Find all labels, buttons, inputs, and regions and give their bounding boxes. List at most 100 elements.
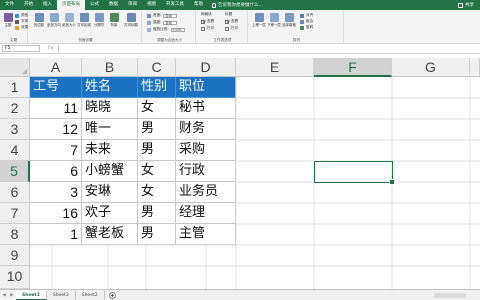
effects-label: 效果 (21, 25, 29, 29)
column-header-d[interactable]: D (176, 58, 236, 77)
print-area-button[interactable]: 打印区域 (77, 13, 91, 27)
column-header-e[interactable]: E (236, 58, 314, 77)
group-scale-to-fit: 宽度: 自动 高度: 自动 缩放比例: 100% 调整为合适大小 (144, 11, 196, 43)
margins-icon (34, 13, 44, 22)
tell-me-text: 告诉我你想要做什么... (218, 3, 263, 8)
themes-button[interactable]: 主题 (1, 13, 15, 27)
add-sheet-icon[interactable] (108, 291, 116, 299)
group-sheet-options: 网格线 标题 查看 查看 打印 打印 工作表选项 (198, 11, 248, 43)
scale-icon (147, 27, 151, 32)
row-header-5[interactable]: 5 (0, 161, 30, 182)
view-gridlines-checkbox[interactable] (201, 19, 205, 24)
tab-developer[interactable]: 开发工具 (161, 0, 189, 10)
formula-input[interactable] (59, 45, 480, 53)
height-row: 高度: 自动 (147, 20, 178, 25)
orientation-button[interactable]: 纸张方向 (47, 13, 61, 27)
sheet-nav-next-icon[interactable]: ▶ (8, 293, 16, 298)
width-select[interactable]: 自动 (163, 13, 178, 18)
tab-formulas[interactable]: 公式 (85, 0, 104, 10)
print-headings-label: 打印 (231, 26, 239, 30)
effects-button[interactable]: 效果 (15, 25, 28, 30)
tell-me-search[interactable]: 告诉我你想要做什么... (212, 2, 263, 8)
size-button[interactable]: 纸张大小 (62, 13, 76, 27)
bring-forward-button[interactable]: 上移一层 (252, 13, 266, 27)
scale-input[interactable]: 100% (170, 27, 185, 32)
headings-label: 标题 (225, 12, 233, 16)
tab-view[interactable]: 视图 (142, 0, 161, 10)
sheet-tab-sheet2[interactable]: Sheet2 (76, 290, 105, 300)
fx-button[interactable]: fx (48, 46, 54, 51)
group-label-page-setup: 页面设置 (78, 38, 93, 42)
tab-home[interactable]: 开始 (19, 0, 38, 10)
send-backward-button[interactable]: 下移一层 (267, 13, 281, 27)
selection-pane-button[interactable]: 选择窗格 (282, 13, 296, 27)
view-headings-checkbox[interactable] (225, 19, 229, 24)
group-label-arrange: 排列 (292, 38, 301, 42)
print-headings-row[interactable]: 打印 (225, 26, 238, 31)
column-header-g[interactable]: G (392, 58, 470, 77)
row-header-4[interactable]: 4 (0, 140, 30, 161)
row-header-7[interactable]: 7 (0, 203, 30, 224)
print-gridlines-row[interactable]: 打印 (201, 26, 214, 31)
group-button[interactable]: 组合 (300, 19, 313, 24)
print-gridlines-checkbox[interactable] (201, 26, 205, 31)
paper-size-icon (64, 13, 74, 22)
group-icon (300, 19, 304, 24)
row-header-10[interactable]: 10 (0, 266, 30, 289)
column-header-overflow[interactable] (470, 58, 480, 77)
tab-file[interactable]: 文件 (0, 0, 19, 10)
row-header-8[interactable]: 8 (0, 224, 30, 245)
view-headings-row[interactable]: 查看 (225, 19, 238, 24)
print-headings-checkbox[interactable] (225, 26, 229, 31)
column-header-f[interactable]: F (314, 58, 392, 77)
breaks-label: 分隔符 (93, 23, 105, 27)
fonts-button[interactable]: 字体 (15, 19, 28, 24)
share-icon (458, 2, 463, 8)
colors-button[interactable]: 颜色 (15, 13, 28, 18)
group-label-themes: 主题 (9, 38, 18, 42)
width-label: 宽度: (153, 13, 162, 17)
sheet-tab-sheet1[interactable]: Sheet1 (16, 290, 47, 300)
row-header-2[interactable]: 2 (0, 98, 30, 119)
tab-review[interactable]: 审阅 (123, 0, 142, 10)
send-backward-label: 下移一层 (267, 23, 281, 27)
tab-insert[interactable]: 插入 (38, 0, 57, 10)
size-label: 纸张大小 (62, 23, 76, 27)
align-button[interactable]: 对齐 (300, 13, 313, 18)
column-header-c[interactable]: C (138, 58, 176, 77)
effects-icon (15, 25, 19, 30)
row-header-1[interactable]: 1 (0, 77, 30, 98)
sheet-tab-bar: ◀ ▶ Sheet1 Sheet3 Sheet2 (0, 289, 480, 300)
print-titles-icon (126, 13, 136, 22)
print-titles-button[interactable]: 打印标题 (124, 13, 138, 27)
horizontal-scrollbar[interactable] (434, 293, 466, 298)
group-themes: 主题 颜色 字体 效果 主题 (0, 11, 28, 43)
margins-label: 页边距 (33, 23, 45, 27)
tab-help[interactable]: 帮助 (189, 0, 208, 10)
name-box[interactable]: F5 (2, 45, 40, 52)
active-cell-f5[interactable] (314, 161, 395, 185)
height-select[interactable]: 自动 (163, 20, 178, 25)
row-header-9[interactable]: 9 (0, 245, 30, 266)
row-header-3[interactable]: 3 (0, 119, 30, 140)
bring-forward-label: 上移一层 (252, 23, 266, 27)
view-gridlines-row[interactable]: 查看 (201, 19, 214, 24)
row-header-6[interactable]: 6 (0, 182, 30, 203)
rotate-icon (300, 25, 304, 30)
column-header-a[interactable]: A (30, 58, 82, 77)
column-header-b[interactable]: B (82, 58, 138, 77)
tab-data[interactable]: 数据 (104, 0, 123, 10)
select-all-button[interactable] (0, 58, 30, 77)
margins-button[interactable]: 页边距 (32, 13, 46, 27)
headings-heading: 标题 (225, 12, 232, 17)
tab-page-layout[interactable]: 页面布局 (57, 0, 85, 10)
share-button[interactable]: 共享 (458, 2, 474, 8)
sheet-nav-prev-icon[interactable]: ◀ (0, 293, 8, 298)
select-all-triangle-icon (22, 69, 27, 74)
breaks-button[interactable]: 分隔符 (92, 13, 106, 27)
view-gridlines-label: 查看 (207, 19, 215, 23)
rotate-button[interactable]: 旋转 (300, 25, 313, 30)
sheet-tab-sheet3[interactable]: Sheet3 (47, 290, 76, 300)
formula-bar: F5 fx (0, 44, 480, 54)
background-button[interactable]: 背景 (107, 13, 121, 27)
